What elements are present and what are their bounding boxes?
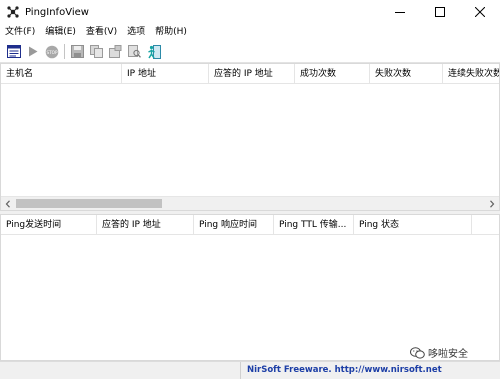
save-button[interactable] xyxy=(68,42,87,62)
stop-ping-button[interactable]: STOP xyxy=(42,42,61,62)
menu-file[interactable]: 文件(F) xyxy=(0,24,40,41)
column-host-name[interactable]: 主机名 xyxy=(1,64,122,84)
column-reply-ip[interactable]: 应答的 IP 地址 xyxy=(97,215,194,235)
maximize-button[interactable] xyxy=(420,0,460,24)
toolbar: STOP xyxy=(0,41,500,63)
column-ping-send-time[interactable]: Ping发送时间 xyxy=(1,215,97,235)
close-icon xyxy=(475,7,485,17)
wechat-icon xyxy=(410,346,425,359)
host-list[interactable]: 主机名 IP 地址 应答的 IP 地址 成功次数 失败次数 连续失败次数 xyxy=(0,63,500,211)
scrollbar-thumb[interactable] xyxy=(16,199,162,208)
scroll-left-button[interactable] xyxy=(1,197,15,210)
window-controls xyxy=(380,0,500,24)
stop-icon: STOP xyxy=(45,45,58,58)
menu-options[interactable]: 选项 xyxy=(122,24,150,41)
maximize-icon xyxy=(435,7,445,17)
column-reply-ip[interactable]: 应答的 IP 地址 xyxy=(209,64,295,84)
menu-help[interactable]: 帮助(H) xyxy=(150,24,192,41)
ping-results-list[interactable]: Ping发送时间 应答的 IP 地址 Ping 响应时间 Ping TTL 传输… xyxy=(0,214,500,361)
column-ip-address[interactable]: IP 地址 xyxy=(122,64,209,84)
properties-button[interactable] xyxy=(106,42,125,62)
nirsoft-credit-link[interactable]: NirSoft Freeware. http://www.nirsoft.net xyxy=(247,362,442,379)
title-bar: PingInfoView xyxy=(0,0,500,24)
ping-results-header: Ping发送时间 应答的 IP 地址 Ping 响应时间 Ping TTL 传输… xyxy=(1,215,499,235)
column-ping-ttl[interactable]: Ping TTL 传输... xyxy=(274,215,354,235)
column-consecutive-failures[interactable]: 连续失败次数 xyxy=(443,64,499,84)
svg-text:STOP: STOP xyxy=(46,49,58,54)
start-ping-button[interactable] xyxy=(23,42,42,62)
play-icon xyxy=(28,46,37,57)
toolbar-options-button[interactable] xyxy=(4,42,23,62)
toolbar-separator xyxy=(64,44,65,59)
status-panel xyxy=(0,362,241,379)
menu-view[interactable]: 查看(V) xyxy=(81,24,122,41)
window-title: PingInfoView xyxy=(25,6,89,18)
close-button[interactable] xyxy=(460,0,500,24)
horizontal-scrollbar[interactable] xyxy=(1,196,499,210)
status-bar: NirSoft Freeware. http://www.nirsoft.net xyxy=(0,361,500,379)
app-icon xyxy=(7,6,19,18)
chevron-left-icon xyxy=(5,199,10,208)
exit-button[interactable] xyxy=(144,42,163,62)
column-failure-count[interactable]: 失败次数 xyxy=(370,64,443,84)
save-icon xyxy=(71,45,84,58)
find-icon xyxy=(128,45,141,58)
properties-icon xyxy=(109,45,122,58)
chevron-right-icon xyxy=(490,199,495,208)
copy-button[interactable] xyxy=(87,42,106,62)
column-ping-response-time[interactable]: Ping 响应时间 xyxy=(194,215,274,235)
minimize-icon xyxy=(395,12,405,13)
watermark: 哆啦安全 xyxy=(410,345,468,360)
find-button[interactable] xyxy=(125,42,144,62)
host-list-header: 主机名 IP 地址 应答的 IP 地址 成功次数 失败次数 连续失败次数 xyxy=(1,64,499,84)
window-list-icon xyxy=(6,45,21,58)
copy-icon xyxy=(90,45,103,58)
exit-icon xyxy=(147,44,161,59)
column-ping-status[interactable]: Ping 状态 xyxy=(354,215,472,235)
menu-bar: 文件(F) 编辑(E) 查看(V) 选项 帮助(H) xyxy=(0,24,500,41)
minimize-button[interactable] xyxy=(380,0,420,24)
column-success-count[interactable]: 成功次数 xyxy=(295,64,370,84)
watermark-text: 哆啦安全 xyxy=(428,349,468,360)
scroll-right-button[interactable] xyxy=(485,197,499,210)
menu-edit[interactable]: 编辑(E) xyxy=(40,24,81,41)
